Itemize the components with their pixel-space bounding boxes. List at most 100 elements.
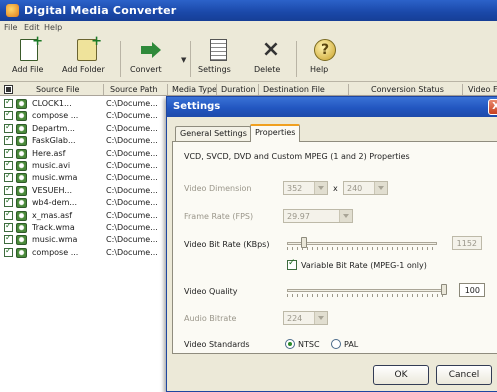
col-source-file[interactable]: Source File bbox=[36, 85, 79, 94]
row-checkbox[interactable] bbox=[4, 109, 13, 121]
col-duration[interactable]: Duration bbox=[221, 85, 256, 94]
row-source-path: C:\Docume... bbox=[106, 223, 158, 232]
menu-edit[interactable]: Edit bbox=[24, 23, 40, 32]
delete-icon: × bbox=[261, 37, 281, 62]
column-divider[interactable] bbox=[258, 84, 259, 95]
row-checkbox[interactable] bbox=[4, 134, 13, 146]
video-quality-input[interactable]: 100 bbox=[459, 283, 485, 297]
row-checkbox[interactable] bbox=[4, 122, 13, 133]
list-item[interactable]: CLOCK1... C:\Docume... bbox=[0, 97, 170, 110]
list-item[interactable]: wb4-dem... C:\Docume... bbox=[0, 196, 170, 209]
slider-thumb[interactable] bbox=[441, 284, 447, 295]
row-source-file: Departm... bbox=[32, 123, 75, 133]
media-file-icon bbox=[16, 173, 27, 184]
frame-rate-select[interactable]: 29.97 bbox=[283, 209, 353, 223]
row-source-file: CLOCK1... bbox=[32, 99, 72, 108]
col-video-format[interactable]: Video F bbox=[468, 85, 497, 94]
list-item[interactable]: music.wma C:\Docume... bbox=[0, 233, 170, 246]
video-quality-slider[interactable] bbox=[287, 283, 447, 297]
column-divider[interactable] bbox=[167, 84, 168, 95]
list-header: Source File Source Path Media Type Durat… bbox=[0, 83, 497, 96]
col-media-type[interactable]: Media Type bbox=[172, 85, 217, 94]
add-file-button[interactable]: Add File bbox=[12, 34, 46, 81]
title-bar[interactable]: Digital Media Converter bbox=[0, 0, 497, 21]
row-checkbox[interactable] bbox=[4, 171, 13, 183]
list-item[interactable]: Here.asf C:\Docume... bbox=[0, 147, 170, 160]
ok-button[interactable]: OK bbox=[373, 365, 429, 385]
media-file-icon bbox=[16, 185, 27, 196]
row-source-file: Here.asf bbox=[32, 148, 66, 158]
media-file-icon bbox=[16, 210, 27, 221]
tab-properties[interactable]: Properties bbox=[250, 124, 300, 142]
cancel-button[interactable]: Cancel bbox=[436, 365, 492, 385]
list-item[interactable]: compose ... C:\Docume... bbox=[0, 246, 170, 259]
dimension-separator: x bbox=[333, 184, 338, 193]
chevron-down-icon bbox=[339, 210, 352, 222]
convert-button[interactable]: Convert bbox=[130, 37, 174, 81]
col-destination-file[interactable]: Destination File bbox=[263, 85, 325, 94]
row-checkbox[interactable] bbox=[4, 184, 13, 195]
pal-label: PAL bbox=[344, 340, 359, 349]
dialog-close-button[interactable]: X bbox=[488, 99, 497, 115]
ntsc-radio[interactable] bbox=[285, 339, 295, 349]
video-width-select[interactable]: 352 bbox=[283, 181, 328, 195]
row-checkbox[interactable] bbox=[4, 159, 13, 170]
slider-thumb[interactable] bbox=[301, 237, 307, 248]
row-source-path: C:\Docume... bbox=[106, 210, 158, 220]
video-height-select[interactable]: 240 bbox=[343, 181, 388, 195]
add-file-label: Add File bbox=[12, 65, 44, 74]
chevron-down-icon bbox=[374, 182, 387, 194]
help-button[interactable]: Help bbox=[310, 37, 340, 81]
pal-radio[interactable] bbox=[331, 339, 341, 349]
toolbar-separator bbox=[190, 41, 191, 77]
list-item[interactable]: Track.wma C:\Docume... bbox=[0, 221, 170, 234]
list-item[interactable]: FaskGlab... C:\Docume... bbox=[0, 134, 170, 147]
dialog-title-bar[interactable]: Settings bbox=[167, 97, 497, 117]
row-checkbox[interactable] bbox=[4, 233, 13, 245]
add-file-icon bbox=[20, 34, 43, 61]
row-checkbox[interactable] bbox=[4, 209, 13, 220]
toolbar: Add File Add Folder Convert ▼ Settings ×… bbox=[0, 34, 497, 82]
col-conversion-status[interactable]: Conversion Status bbox=[371, 85, 444, 94]
select-all-checkbox[interactable] bbox=[4, 85, 13, 94]
slider-track bbox=[287, 242, 437, 245]
tab-general-settings[interactable]: General Settings bbox=[175, 126, 251, 141]
variable-bit-rate-checkbox[interactable] bbox=[287, 258, 297, 270]
column-divider[interactable] bbox=[103, 84, 104, 95]
row-source-file: music.wma bbox=[32, 235, 78, 245]
list-item[interactable]: x_mas.asf C:\Docume... bbox=[0, 209, 170, 222]
list-item[interactable]: compose ... C:\Docume... bbox=[0, 109, 170, 122]
row-checkbox[interactable] bbox=[4, 246, 13, 257]
close-icon: X bbox=[492, 101, 497, 112]
convert-dropdown-arrow-icon[interactable]: ▼ bbox=[181, 56, 186, 64]
audio-bitrate-select[interactable]: 224 bbox=[283, 311, 328, 325]
video-bit-rate-label: Video Bit Rate (KBps) bbox=[184, 240, 270, 249]
ok-label: OK bbox=[394, 370, 408, 380]
list-item[interactable]: music.wma C:\Docume... bbox=[0, 171, 170, 184]
cancel-label: Cancel bbox=[448, 370, 480, 380]
row-checkbox[interactable] bbox=[4, 221, 13, 232]
row-checkbox[interactable] bbox=[4, 196, 13, 208]
row-checkbox[interactable] bbox=[4, 147, 13, 158]
list-item[interactable]: VESUEH... C:\Docume... bbox=[0, 184, 170, 197]
column-divider[interactable] bbox=[462, 84, 463, 95]
video-bit-rate-input[interactable]: 1152 bbox=[452, 236, 482, 250]
list-item[interactable]: Departm... C:\Docume... bbox=[0, 122, 170, 135]
menu-file[interactable]: File bbox=[4, 23, 17, 32]
column-divider[interactable] bbox=[348, 84, 349, 95]
delete-button[interactable]: × Delete bbox=[254, 37, 288, 81]
video-quality-value: 100 bbox=[464, 286, 480, 295]
properties-panel: VCD, SVCD, DVD and Custom MPEG (1 and 2)… bbox=[172, 141, 497, 354]
media-file-icon bbox=[16, 223, 27, 233]
col-source-path[interactable]: Source Path bbox=[110, 85, 158, 94]
media-file-icon bbox=[16, 136, 27, 147]
media-file-icon bbox=[16, 161, 27, 171]
row-checkbox[interactable] bbox=[4, 97, 13, 108]
settings-button[interactable]: Settings bbox=[198, 37, 238, 81]
add-folder-button[interactable]: Add Folder bbox=[62, 34, 112, 81]
menu-help[interactable]: Help bbox=[44, 23, 62, 32]
list-item[interactable]: music.avi C:\Docume... bbox=[0, 159, 170, 172]
row-source-file: Track.wma bbox=[32, 223, 75, 232]
video-bit-rate-slider[interactable] bbox=[287, 236, 437, 250]
column-divider[interactable] bbox=[216, 84, 217, 95]
